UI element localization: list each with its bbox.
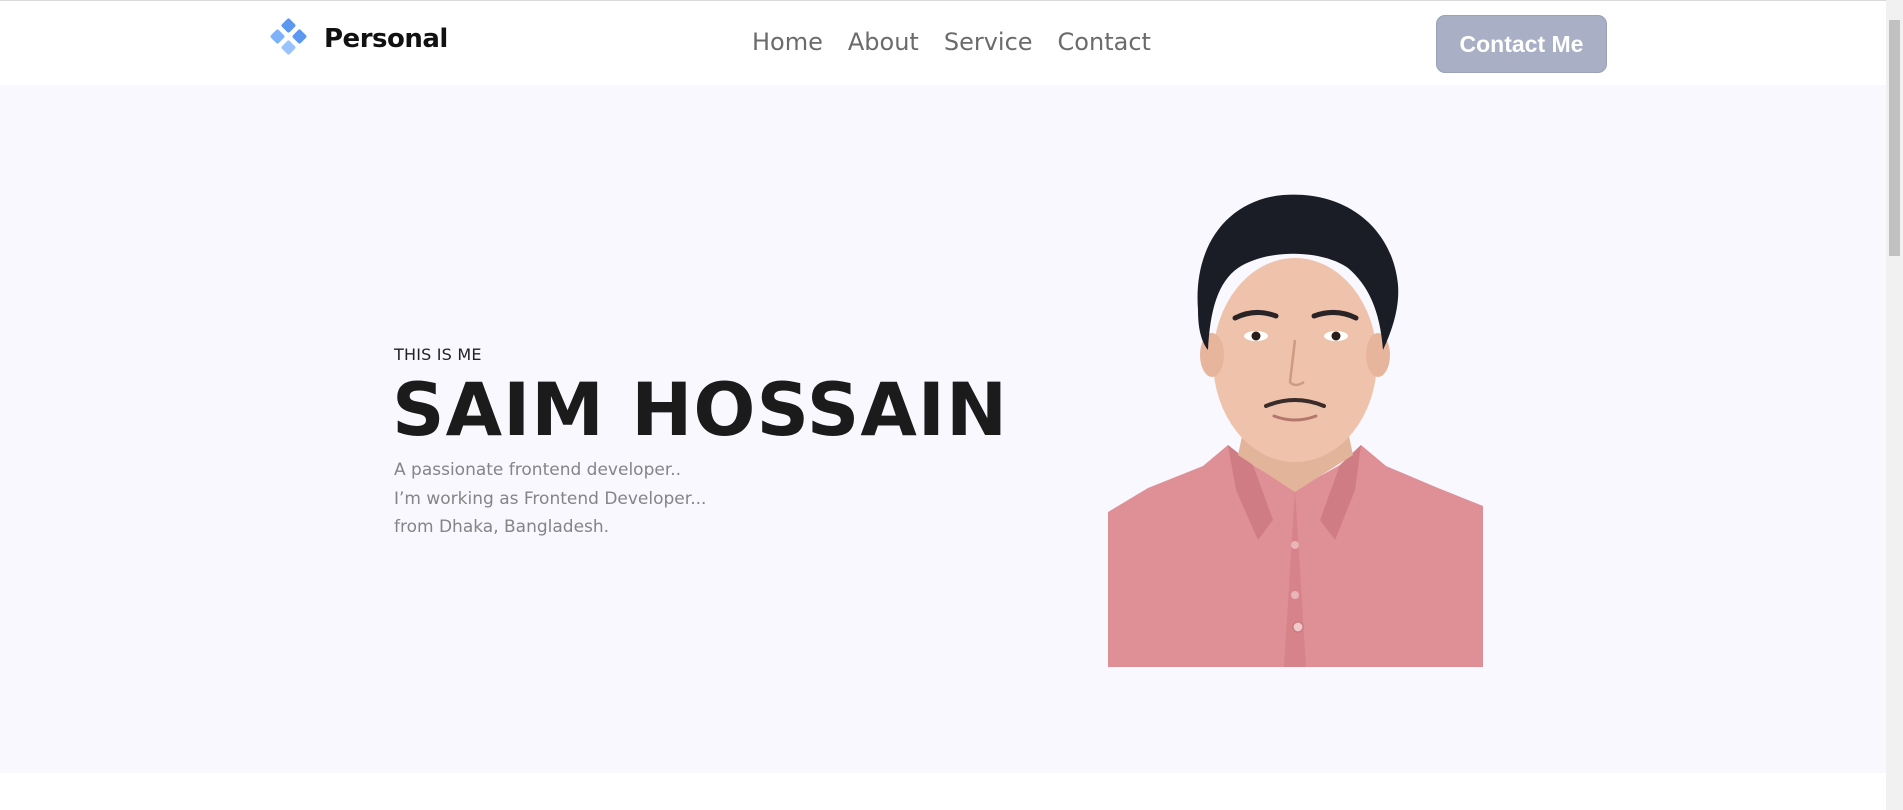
hero-section: THIS IS ME SAIM HOSSAIN A passionate fro… (0, 85, 1886, 773)
scrollbar-thumb[interactable] (1889, 20, 1900, 256)
diamond-cluster-icon (270, 18, 307, 55)
bio-line: I’m working as Frontend Developer... (394, 488, 707, 509)
main-nav: Home About Service Contact (752, 27, 1176, 57)
nav-contact[interactable]: Contact (1058, 27, 1151, 57)
bio-line: from Dhaka, Bangladesh. (394, 517, 610, 537)
logo[interactable]: Personal (268, 18, 448, 60)
page-scrollbar[interactable] (1886, 0, 1903, 810)
bio-line: A passionate frontend developer.. (394, 460, 682, 480)
hero-name: SAIM HOSSAIN (392, 368, 1009, 453)
site-header: Personal Home About Service Contact Cont… (0, 1, 1886, 85)
nav-service[interactable]: Service (944, 27, 1033, 57)
contact-me-button[interactable]: Contact Me (1436, 15, 1607, 73)
hero-bio: A passionate frontend developer.. I’m wo… (394, 456, 706, 542)
logo-text: Personal (324, 24, 448, 54)
portrait-photo (1108, 194, 1483, 667)
hero-eyebrow: THIS IS ME (394, 345, 482, 364)
nav-home[interactable]: Home (752, 27, 823, 57)
nav-about[interactable]: About (848, 27, 919, 57)
